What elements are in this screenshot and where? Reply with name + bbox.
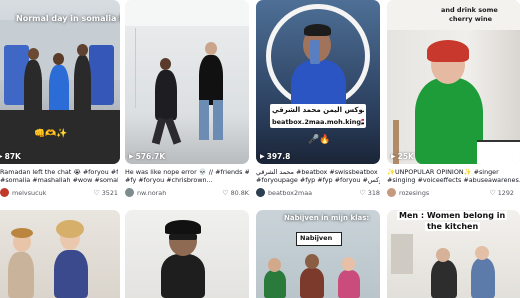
play-icon: ▶ — [260, 153, 265, 160]
video-caption[interactable]: He was like nope error 💀 // #friends #fy… — [125, 168, 249, 176]
video-meta: nw.norah ♡ 80.8K — [125, 188, 249, 197]
username[interactable]: beatbox2maa — [268, 189, 360, 197]
video-thumbnail[interactable]: Nabijven Nabijven in mijn klas: — [256, 210, 380, 298]
like-count: ♡ 1292 — [489, 188, 514, 197]
video-overlay-text-2: the kitchen — [425, 222, 481, 231]
video-overlay-text: بيت بوكس اليمن محمد الشرقي — [272, 106, 364, 114]
view-count: ▶ 25K — [391, 152, 414, 161]
video-card[interactable] — [0, 210, 120, 298]
video-thumbnail[interactable] — [125, 210, 249, 298]
video-caption-line2[interactable]: #foryoupage #fyp #fyp #foryou #بيتبوكس — [256, 176, 380, 184]
video-meta: beatbox2maa ♡ 318 — [256, 188, 380, 197]
like-count: ♡ 3521 — [93, 188, 118, 197]
video-caption[interactable]: محمد الشرقي #beatbox #swissbeatbox — [256, 168, 380, 176]
heart-icon: ♡ — [359, 188, 366, 197]
video-overlay-text: and drink some — [441, 6, 498, 14]
video-thumbnail[interactable] — [0, 210, 120, 298]
video-thumbnail[interactable]: Men : Women belong in the kitchen — [387, 210, 520, 298]
video-card[interactable]: بيت بوكس اليمن محمد الشرقي beatbox.2maa.… — [256, 0, 382, 200]
heart-icon: ♡ — [489, 188, 496, 197]
video-overlay-text: Normal day in somalia 🤪 — [16, 14, 120, 23]
video-card[interactable]: Nabijven Nabijven in mijn klas: — [256, 210, 382, 298]
video-meta: melvsucuk ♡ 3521 — [0, 188, 118, 197]
view-count: ▶ 397.8 — [260, 152, 291, 161]
avatar[interactable] — [256, 188, 265, 197]
video-card[interactable]: ▶ 576.7K He was like nope error 💀 // #fri… — [125, 0, 251, 200]
play-icon: ▶ — [129, 153, 134, 160]
video-card[interactable]: and drink some cherry wine ▶ 25K ✨UNPOPUL… — [387, 0, 520, 200]
video-card[interactable]: 👊🫶✨ Normal day in somalia 🤪 ▶ 87K Ramadan… — [0, 0, 120, 200]
video-caption-line2[interactable]: #singing #voiceeffects #abuseawarenes... — [387, 176, 520, 184]
video-card[interactable] — [125, 210, 251, 298]
like-count: ♡ 318 — [359, 188, 380, 197]
heart-icon: ♡ — [222, 188, 229, 197]
video-meta: rozesings ♡ 1292 — [387, 188, 514, 197]
view-count: ▶ 87K — [0, 152, 21, 161]
video-caption-line2[interactable]: #fy #foryou #chrisbrown... — [125, 176, 249, 184]
avatar[interactable] — [125, 188, 134, 197]
like-count: ♡ 80.8K — [222, 188, 249, 197]
video-overlay-text-2: Nabijven — [300, 234, 333, 242]
avatar[interactable] — [0, 188, 9, 197]
video-overlay-text-2: cherry wine — [449, 15, 493, 23]
video-caption[interactable]: ✨UNPOPULAR OPINION✨ #singer — [387, 168, 520, 176]
video-caption[interactable]: Ramadan left the chat 😭 #foryou #fyp — [0, 168, 118, 176]
view-count: ▶ 576.7K — [129, 152, 166, 161]
video-thumbnail[interactable]: 👊🫶✨ Normal day in somalia 🤪 ▶ 87K — [0, 0, 120, 164]
play-icon: ▶ — [0, 153, 3, 160]
video-card[interactable]: Men : Women belong in the kitchen — [387, 210, 520, 298]
video-overlay-text: Men : Women belong in — [397, 211, 508, 220]
video-thumbnail[interactable]: and drink some cherry wine ▶ 25K — [387, 0, 520, 164]
video-overlay-text: Nabijven in mijn klas: — [284, 214, 370, 222]
username[interactable]: rozesings — [399, 189, 489, 197]
video-overlay-text-2: beatbox.2maa.moh.king🇾🇪 — [272, 118, 364, 126]
video-thumbnail[interactable]: بيت بوكس اليمن محمد الشرقي beatbox.2maa.… — [256, 0, 380, 164]
avatar[interactable] — [387, 188, 396, 197]
username[interactable]: nw.norah — [137, 189, 222, 197]
username[interactable]: melvsucuk — [12, 189, 93, 197]
video-thumbnail[interactable]: ▶ 576.7K — [125, 0, 249, 164]
play-icon: ▶ — [391, 153, 396, 160]
video-caption-line2[interactable]: #somalia #mashallah #wow #somalitikto... — [0, 176, 118, 184]
heart-icon: ♡ — [93, 188, 100, 197]
